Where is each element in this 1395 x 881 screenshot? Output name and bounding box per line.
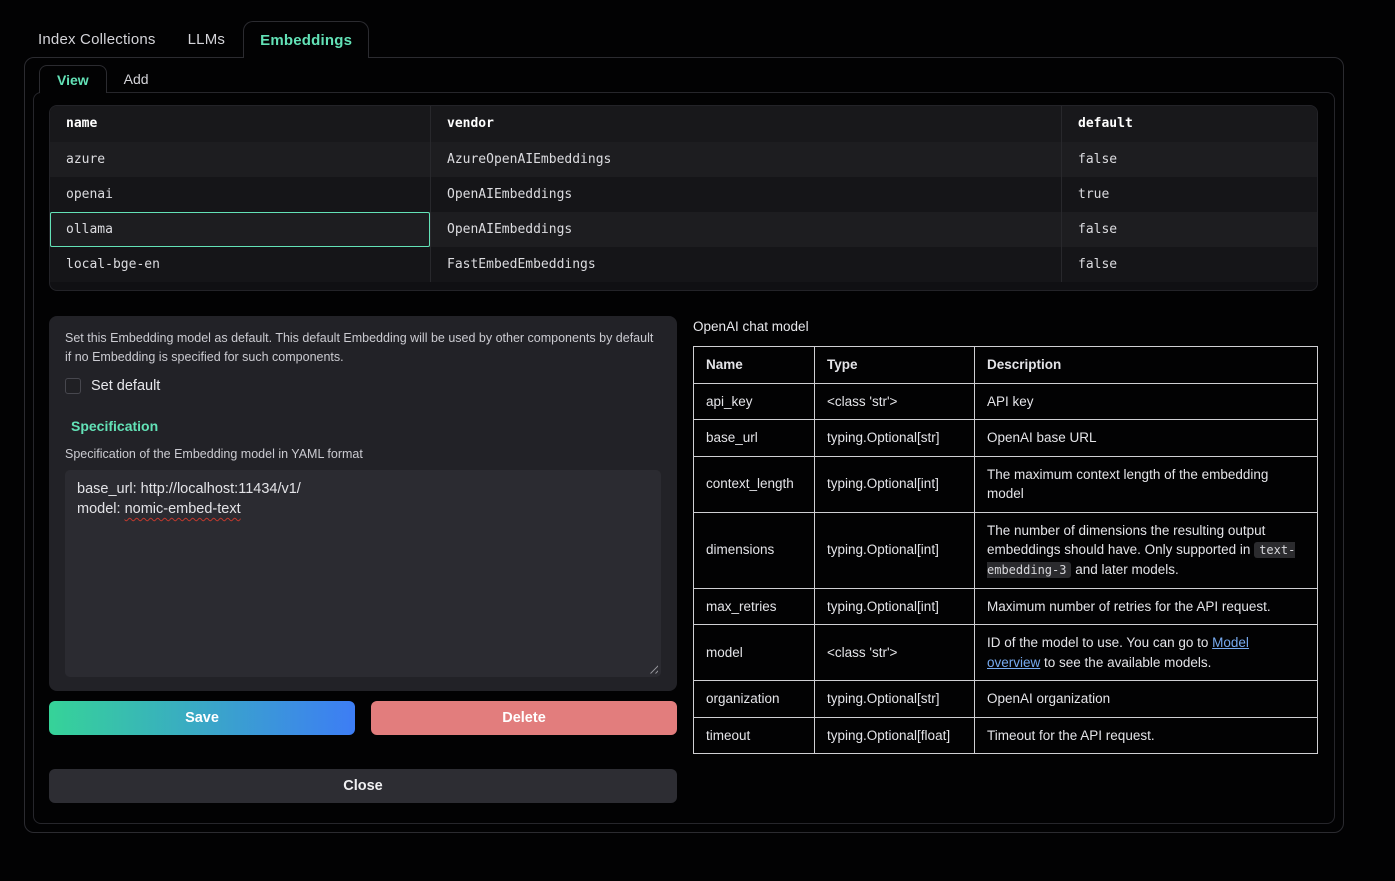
delete-button[interactable]: Delete [371,701,677,735]
info-table-body: api_key<class 'str'>API keybase_urltypin… [694,383,1318,754]
param-description: OpenAI base URL [975,420,1318,457]
view-tab-panel: name vendor default azureAzureOpenAIEmbe… [33,92,1335,824]
close-button[interactable]: Close [49,769,677,803]
info-column-name: Name [694,347,815,384]
embeddings-table: name vendor default azureAzureOpenAIEmbe… [49,105,1318,291]
info-column: OpenAI chat model Name Type Description … [693,316,1318,803]
table-row-ollama[interactable]: ollamaOpenAIEmbeddingsfalse [50,212,1317,247]
code-chip: text-embedding-3 [987,542,1295,578]
cell-name[interactable]: local-bge-en [50,247,430,282]
embeddings-table-header: name vendor default [50,106,1317,142]
info-row-organization: organizationtyping.Optional[str]OpenAI o… [694,681,1318,718]
table-row-local-bge-en[interactable]: local-bge-enFastEmbedEmbeddingsfalse [50,247,1317,282]
param-name: dimensions [694,512,815,588]
info-column-type: Type [815,347,975,384]
info-row-model: model<class 'str'>ID of the model to use… [694,625,1318,681]
info-row-max_retries: max_retriestyping.Optional[int]Maximum n… [694,588,1318,625]
specification-subtitle: Specification of the Embedding model in … [65,447,661,461]
cell-vendor: OpenAIEmbeddings [430,177,1061,212]
column-header-name: name [50,106,430,142]
info-row-context_length: context_lengthtyping.Optional[int]The ma… [694,456,1318,512]
app-root: Index Collections LLMs Embeddings View A… [0,0,1395,881]
param-description: OpenAI organization [975,681,1318,718]
tab-embeddings[interactable]: Embeddings [243,21,369,58]
specification-heading: Specification [71,418,661,434]
param-description: ID of the model to use. You can go to Mo… [975,625,1318,681]
param-type: typing.Optional[int] [815,588,975,625]
info-row-timeout: timeouttyping.Optional[float]Timeout for… [694,717,1318,754]
action-buttons: Save Delete [49,701,677,735]
info-table: Name Type Description api_key<class 'str… [693,346,1318,754]
cell-vendor: AzureOpenAIEmbeddings [430,142,1061,177]
table-row-openai[interactable]: openaiOpenAIEmbeddingstrue [50,177,1317,212]
main-tab-bar: Index Collections LLMs Embeddings [0,0,1395,58]
checkbox-icon[interactable] [65,378,81,394]
model-overview-link[interactable]: Model overview [987,635,1249,670]
info-panel-title: OpenAI chat model [693,319,1318,334]
resize-handle-icon[interactable] [647,663,658,674]
param-name: model [694,625,815,681]
param-type: typing.Optional[str] [815,420,975,457]
cell-vendor: FastEmbedEmbeddings [430,247,1061,282]
tab-add[interactable]: Add [107,65,166,93]
param-description: The number of dimensions the resulting o… [975,512,1318,588]
yaml-line-2: model: nomic-embed-text [77,499,649,519]
edit-column: Set this Embedding model as default. Thi… [49,316,677,803]
param-type: typing.Optional[int] [815,456,975,512]
param-description: Timeout for the API request. [975,717,1318,754]
param-type: <class 'str'> [815,625,975,681]
embeddings-table-body: azureAzureOpenAIEmbeddingsfalseopenaiOpe… [50,142,1317,282]
detail-area: Set this Embedding model as default. Thi… [49,316,1318,803]
checkbox-label: Set default [91,378,160,394]
yaml-spec-textarea[interactable]: base_url: http://localhost:11434/v1/ mod… [65,470,661,677]
param-name: organization [694,681,815,718]
set-default-checkbox[interactable]: Set default [65,378,661,394]
cell-default: false [1061,212,1317,247]
param-name: timeout [694,717,815,754]
param-type: <class 'str'> [815,383,975,420]
info-column-description: Description [975,347,1318,384]
param-type: typing.Optional[str] [815,681,975,718]
default-setting-card: Set this Embedding model as default. Thi… [49,316,677,691]
sub-tab-bar: View Add [25,58,1343,93]
cell-name[interactable]: azure [50,142,430,177]
param-name: max_retries [694,588,815,625]
param-description: The maximum context length of the embedd… [975,456,1318,512]
param-description: API key [975,383,1318,420]
cell-default: false [1061,247,1317,282]
param-name: api_key [694,383,815,420]
info-row-api_key: api_key<class 'str'>API key [694,383,1318,420]
tab-llms[interactable]: LLMs [172,21,241,58]
param-description: Maximum number of retries for the API re… [975,588,1318,625]
cell-default: false [1061,142,1317,177]
param-type: typing.Optional[int] [815,512,975,588]
param-name: context_length [694,456,815,512]
info-row-base_url: base_urltyping.Optional[str]OpenAI base … [694,420,1318,457]
tab-index-collections[interactable]: Index Collections [38,21,172,58]
cell-default: true [1061,177,1317,212]
save-button[interactable]: Save [49,701,355,735]
info-table-header: Name Type Description [694,347,1318,384]
misspelled-word: nomic-embed-text [125,501,241,517]
yaml-line-1: base_url: http://localhost:11434/v1/ [77,479,649,499]
embeddings-tab-panel: View Add name vendor default azureAzureO… [24,57,1344,833]
default-description: Set this Embedding model as default. Thi… [65,329,661,367]
column-header-vendor: vendor [430,106,1061,142]
info-row-dimensions: dimensionstyping.Optional[int]The number… [694,512,1318,588]
table-row-azure[interactable]: azureAzureOpenAIEmbeddingsfalse [50,142,1317,177]
cell-name[interactable]: ollama [50,212,430,247]
cell-name[interactable]: openai [50,177,430,212]
column-header-default: default [1061,106,1317,142]
param-type: typing.Optional[float] [815,717,975,754]
param-name: base_url [694,420,815,457]
cell-vendor: OpenAIEmbeddings [430,212,1061,247]
tab-view[interactable]: View [39,65,107,93]
